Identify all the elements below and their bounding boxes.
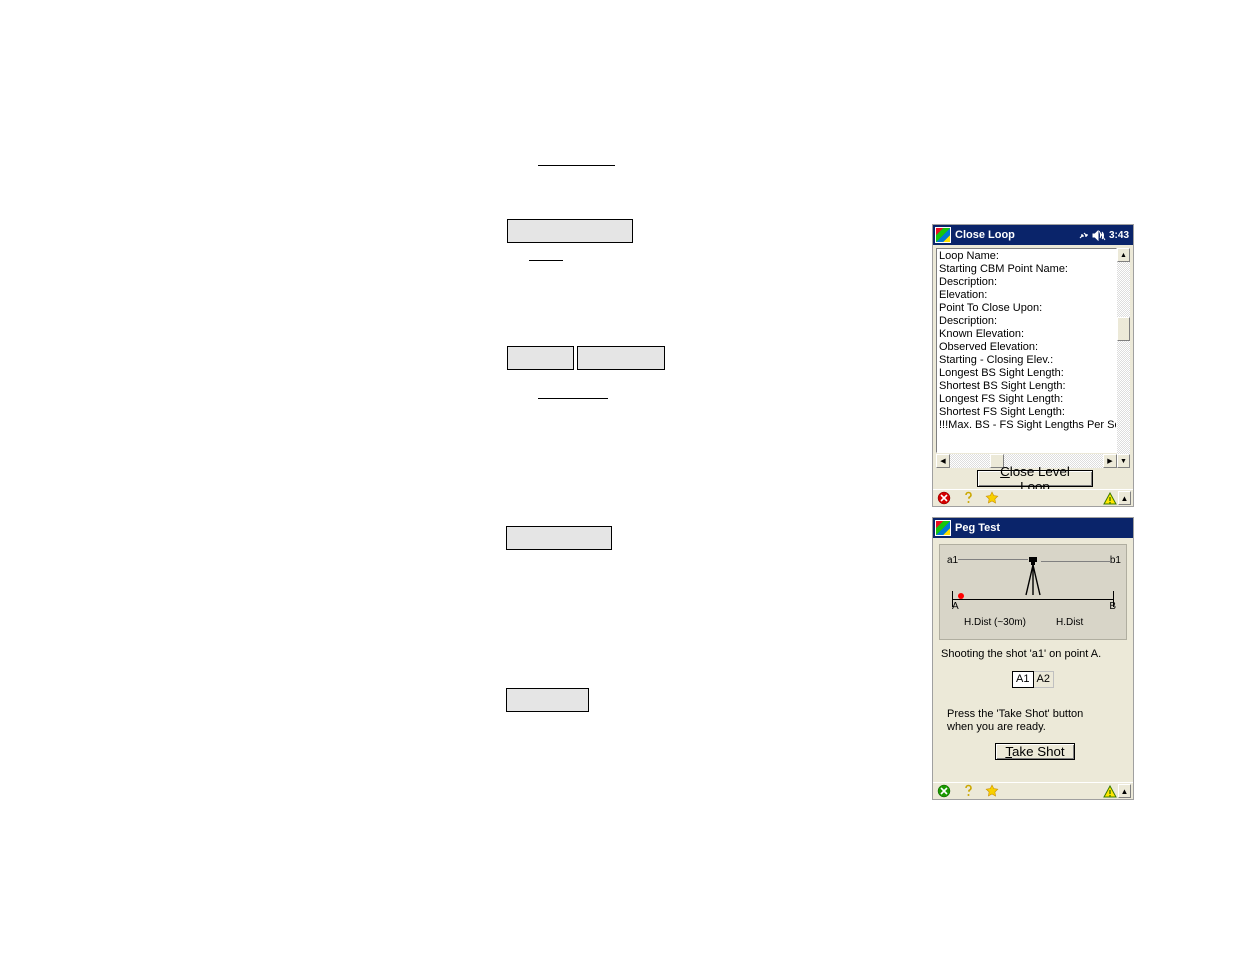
warning-icon[interactable] bbox=[1103, 785, 1117, 802]
rect-4 bbox=[506, 688, 589, 712]
report-line: Starting - Closing Elev.: bbox=[939, 354, 1114, 367]
label-a1: a1 bbox=[947, 555, 958, 566]
rect-2b bbox=[577, 346, 665, 370]
client-area: Loop Name: Starting CBM Point Name: Desc… bbox=[933, 245, 1133, 489]
clock-time: 3:43 bbox=[1109, 230, 1129, 241]
favorites-icon[interactable] bbox=[985, 784, 999, 798]
speaker-icon bbox=[1092, 230, 1106, 241]
start-icon[interactable] bbox=[933, 518, 953, 538]
client-area: a1 b1 A B H.Dist (~30m) H.Dist Shooting … bbox=[933, 538, 1133, 782]
pda-close-loop: Close Loop 3:43 Loop Name: Starting CBM … bbox=[932, 224, 1134, 507]
tab-a2[interactable]: A2 bbox=[1034, 671, 1054, 688]
window-title: Peg Test bbox=[953, 522, 1133, 534]
vertical-scrollbar[interactable]: ▲ ▼ bbox=[1117, 248, 1130, 468]
close-icon[interactable] bbox=[937, 491, 951, 505]
rect-3 bbox=[506, 526, 612, 550]
ok-icon[interactable] bbox=[937, 784, 951, 798]
titlebar: Close Loop 3:43 bbox=[933, 225, 1133, 245]
report-line: Longest BS Sight Length: bbox=[939, 367, 1114, 380]
scroll-right-icon[interactable]: ▶ bbox=[1103, 454, 1117, 468]
report-listbox[interactable]: Loop Name: Starting CBM Point Name: Desc… bbox=[936, 248, 1117, 453]
sip-up-icon[interactable]: ▲ bbox=[1118, 491, 1131, 505]
window-title: Close Loop bbox=[953, 229, 1078, 241]
titlebar: Peg Test bbox=[933, 518, 1133, 538]
label-pt-b: B bbox=[1109, 601, 1116, 612]
status-icons: 3:43 bbox=[1078, 230, 1133, 241]
report-line: Elevation: bbox=[939, 289, 1114, 302]
report-line: Known Elevation: bbox=[939, 328, 1114, 341]
report-line: Starting CBM Point Name: bbox=[939, 263, 1114, 276]
rect-1 bbox=[507, 219, 633, 243]
divider bbox=[529, 260, 563, 261]
report-line: Loop Name: bbox=[939, 250, 1114, 263]
command-bar: ▲ bbox=[933, 489, 1133, 506]
report-line: !!!Max. BS - FS Sight Lengths Per Setu bbox=[939, 419, 1114, 432]
hdist-right-label: H.Dist bbox=[1056, 617, 1083, 628]
label-b1: b1 bbox=[1110, 555, 1121, 566]
start-icon[interactable] bbox=[933, 225, 953, 245]
ground-line bbox=[952, 599, 1114, 600]
hdist-left-label: H.Dist (~30m) bbox=[964, 617, 1026, 628]
favorites-icon[interactable] bbox=[985, 491, 999, 505]
warning-icon[interactable] bbox=[1103, 492, 1117, 509]
rect-2a bbox=[507, 346, 574, 370]
hint-text: Press the 'Take Shot' button when you ar… bbox=[947, 708, 1093, 734]
tab-a1[interactable]: A1 bbox=[1012, 671, 1033, 688]
sight-line-b bbox=[1041, 561, 1111, 562]
close-level-loop-button[interactable]: Close Level Loop bbox=[977, 470, 1093, 487]
help-icon[interactable] bbox=[961, 784, 975, 798]
sight-line-a bbox=[958, 559, 1028, 560]
help-icon[interactable] bbox=[961, 491, 975, 505]
divider bbox=[538, 165, 615, 166]
report-line: Shortest BS Sight Length: bbox=[939, 380, 1114, 393]
report-line: Observed Elevation: bbox=[939, 341, 1114, 354]
command-bar: ▲ bbox=[933, 782, 1133, 799]
report-line: Description: bbox=[939, 315, 1114, 328]
instrument-icon bbox=[1024, 557, 1042, 600]
pda-peg-test: Peg Test a1 b1 A B H.Dist (~30m) H.Dist … bbox=[932, 517, 1134, 800]
shot-stage-tabs: A1A2 bbox=[933, 671, 1133, 688]
scroll-up-icon[interactable]: ▲ bbox=[1117, 248, 1130, 262]
connection-icon bbox=[1078, 230, 1089, 241]
divider bbox=[538, 398, 608, 399]
scroll-thumb[interactable] bbox=[1117, 317, 1130, 341]
report-line: Longest FS Sight Length: bbox=[939, 393, 1114, 406]
report-line: Description: bbox=[939, 276, 1114, 289]
scroll-left-icon[interactable]: ◀ bbox=[936, 454, 950, 468]
label-pt-a: A bbox=[952, 601, 959, 612]
scroll-track[interactable] bbox=[1117, 262, 1130, 454]
report-line: Shortest FS Sight Length: bbox=[939, 406, 1114, 419]
sip-up-icon[interactable]: ▲ bbox=[1118, 784, 1131, 798]
scroll-down-icon[interactable]: ▼ bbox=[1117, 454, 1130, 468]
peg-diagram: a1 b1 A B H.Dist (~30m) H.Dist bbox=[939, 544, 1127, 640]
take-shot-button[interactable]: Take Shot bbox=[995, 743, 1075, 760]
instruction-text: Shooting the shot 'a1' on point A. bbox=[941, 648, 1125, 661]
report-line: Point To Close Upon: bbox=[939, 302, 1114, 315]
